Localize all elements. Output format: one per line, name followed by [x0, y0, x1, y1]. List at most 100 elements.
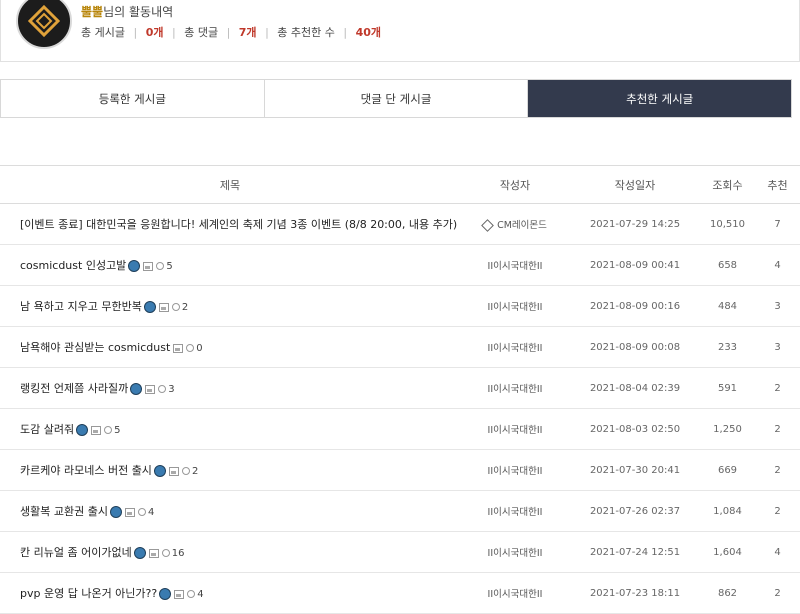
comment-icon: [104, 426, 113, 434]
cell-date: 2021-07-23 18:11: [570, 572, 700, 614]
image-attached-icon: [91, 425, 102, 435]
cell-title: [이벤트 종료] 대한민국을 응원합니다! 세계인의 축제 기념 3종 이벤트 …: [0, 203, 460, 245]
author-name[interactable]: II이시국대한II: [488, 302, 543, 313]
activity-suffix: 님의 활동내역: [103, 5, 174, 19]
post-title-link[interactable]: 도감 살려줘: [20, 423, 74, 436]
table-row[interactable]: [이벤트 종료] 대한민국을 응원합니다! 세계인의 축제 기념 3종 이벤트 …: [0, 203, 800, 245]
comment-icon: [181, 467, 190, 475]
stat-likes-value: 40개: [355, 26, 382, 39]
emoji-sticker-icon: [109, 506, 122, 518]
activity-title: 뿔뿔님의 활동내역: [81, 3, 173, 20]
table-row[interactable]: 도감 살려줘 5 II이시국대한II 2021-08-03 02:50 1,250 2: [0, 408, 800, 450]
diamond-icon: [481, 218, 494, 232]
comment-count: 5: [114, 425, 121, 436]
divider: |: [171, 26, 176, 39]
cell-date: 2021-08-04 02:39: [570, 367, 700, 409]
table-row[interactable]: 랭킹전 언제쯤 사라질까 3 II이시국대한II 2021-08-04 02:39 59…: [0, 367, 800, 409]
author-name[interactable]: II이시국대한II: [488, 466, 543, 477]
stat-likes-label: 총 추천한 수: [277, 26, 335, 39]
header-views: 조회수: [700, 165, 755, 204]
comment-count: 2: [181, 302, 189, 313]
emoji-sticker-icon: [153, 465, 166, 477]
post-title-link[interactable]: pvp 운영 답 나온거 아닌가??: [20, 587, 157, 600]
stat-comments-label: 총 댓글: [184, 26, 219, 39]
cell-title: 도감 살려줘 5: [0, 408, 460, 450]
author-name[interactable]: II이시국대한II: [488, 589, 543, 600]
author-name[interactable]: II이시국대한II: [488, 384, 543, 395]
comment-icon: [137, 508, 146, 516]
cell-author: CM레이몬드: [460, 203, 570, 245]
divider: |: [265, 26, 269, 39]
tab-registered-posts[interactable]: 등록한 게시글: [1, 80, 265, 117]
cell-author: II이시국대한II: [460, 408, 570, 450]
table-row[interactable]: 칸 리뉴얼 좀 어이가없네 16 II이시국대한II 2021-07-24 12:51…: [0, 531, 800, 573]
tab-commented-posts[interactable]: 댓글 단 게시글: [265, 80, 529, 117]
author-name[interactable]: II이시국대한II: [488, 548, 543, 559]
cell-title: pvp 운영 답 나온거 아닌가?? 4: [0, 572, 460, 614]
cell-views: 1,250: [700, 408, 755, 450]
cell-date: 2021-08-09 00:08: [570, 326, 700, 368]
author-name[interactable]: CM레이몬드: [497, 220, 547, 231]
avatar: [16, 0, 72, 49]
image-attached-icon: [143, 261, 154, 271]
author-name[interactable]: II이시국대한II: [488, 343, 543, 354]
image-attached-icon: [173, 343, 184, 353]
header-date: 작성일자: [570, 165, 700, 204]
cell-author: II이시국대한II: [460, 285, 570, 327]
cell-likes: 2: [755, 490, 800, 532]
cell-date: 2021-07-24 12:51: [570, 531, 700, 573]
table-row[interactable]: 남 욕하고 지우고 무한반복 2 II이시국대한II 2021-08-09 00:16…: [0, 285, 800, 327]
image-attached-icon: [148, 548, 159, 558]
table-row[interactable]: cosmicdust 인성고발 5 II이시국대한II 2021-08-09 00:4…: [0, 244, 800, 286]
comment-icon: [187, 590, 196, 598]
image-attached-icon: [168, 466, 179, 476]
comment-icon: [161, 549, 170, 557]
post-title-link[interactable]: 랭킹전 언제쯤 사라질까: [20, 382, 128, 395]
cell-likes: 2: [755, 367, 800, 409]
tab-recommended-posts[interactable]: 추천한 게시글: [528, 80, 792, 117]
cell-author: II이시국대한II: [460, 490, 570, 532]
comment-count: 0: [196, 343, 203, 354]
emoji-sticker-icon: [130, 383, 143, 395]
table-row[interactable]: 남욕해야 관심받는 cosmicdust 0 II이시국대한II 2021-08-09…: [0, 326, 800, 368]
post-title-link[interactable]: 남욕해야 관심받는 cosmicdust: [20, 341, 170, 354]
post-title-link[interactable]: cosmicdust 인성고발: [20, 259, 126, 272]
author-name[interactable]: II이시국대한II: [488, 507, 543, 518]
cell-title: 랭킹전 언제쯤 사라질까 3: [0, 367, 460, 409]
table-row[interactable]: 생활복 교환권 출시 4 II이시국대한II 2021-07-26 02:37 1,08…: [0, 490, 800, 532]
comment-icon: [171, 303, 180, 311]
table-row[interactable]: 카르케야 라모네스 버전 출시 2 II이시국대한II 2021-07-30 20:4…: [0, 449, 800, 491]
comment-count: 4: [197, 589, 204, 600]
table-row[interactable]: pvp 운영 답 나온거 아닌가?? 4 II이시국대한II 2021-07-23 1…: [0, 572, 800, 614]
activity-tabs: 등록한 게시글 댓글 단 게시글 추천한 게시글: [0, 79, 792, 118]
emoji-sticker-icon: [143, 301, 156, 313]
cell-date: 2021-08-03 02:50: [570, 408, 700, 450]
cell-likes: 2: [755, 572, 800, 614]
comment-count: 5: [166, 261, 173, 272]
post-title-link[interactable]: [이벤트 종료] 대한민국을 응원합니다! 세계인의 축제 기념 3종 이벤트 …: [20, 218, 457, 231]
emoji-sticker-icon: [128, 260, 141, 272]
author-name[interactable]: II이시국대한II: [488, 425, 543, 436]
cell-views: 862: [700, 572, 755, 614]
post-title-link[interactable]: 카르케야 라모네스 버전 출시: [20, 464, 152, 477]
author-name[interactable]: II이시국대한II: [488, 261, 543, 272]
divider: |: [133, 26, 138, 39]
image-attached-icon: [174, 589, 185, 599]
comment-count: 16: [171, 548, 185, 559]
cell-date: 2021-07-30 20:41: [570, 449, 700, 491]
image-attached-icon: [158, 302, 169, 312]
cell-date: 2021-07-29 14:25: [570, 203, 700, 245]
cell-author: II이시국대한II: [460, 244, 570, 286]
stat-comments-value: 7개: [238, 26, 257, 39]
posts-table: 제목 작성자 작성일자 조회수 추천 [이벤트 종료] 대한민국을 응원합니다!…: [0, 165, 800, 614]
post-title-link[interactable]: 칸 리뉴얼 좀 어이가없네: [20, 546, 132, 559]
cell-views: 484: [700, 285, 755, 327]
comment-icon: [186, 344, 195, 352]
cell-likes: 2: [755, 449, 800, 491]
post-title-link[interactable]: 남 욕하고 지우고 무한반복: [20, 300, 142, 313]
header-likes: 추천: [755, 165, 800, 204]
cell-title: cosmicdust 인성고발 5: [0, 244, 460, 286]
post-title-link[interactable]: 생활복 교환권 출시: [20, 505, 108, 518]
comment-count: 3: [168, 384, 175, 395]
image-attached-icon: [145, 384, 156, 394]
